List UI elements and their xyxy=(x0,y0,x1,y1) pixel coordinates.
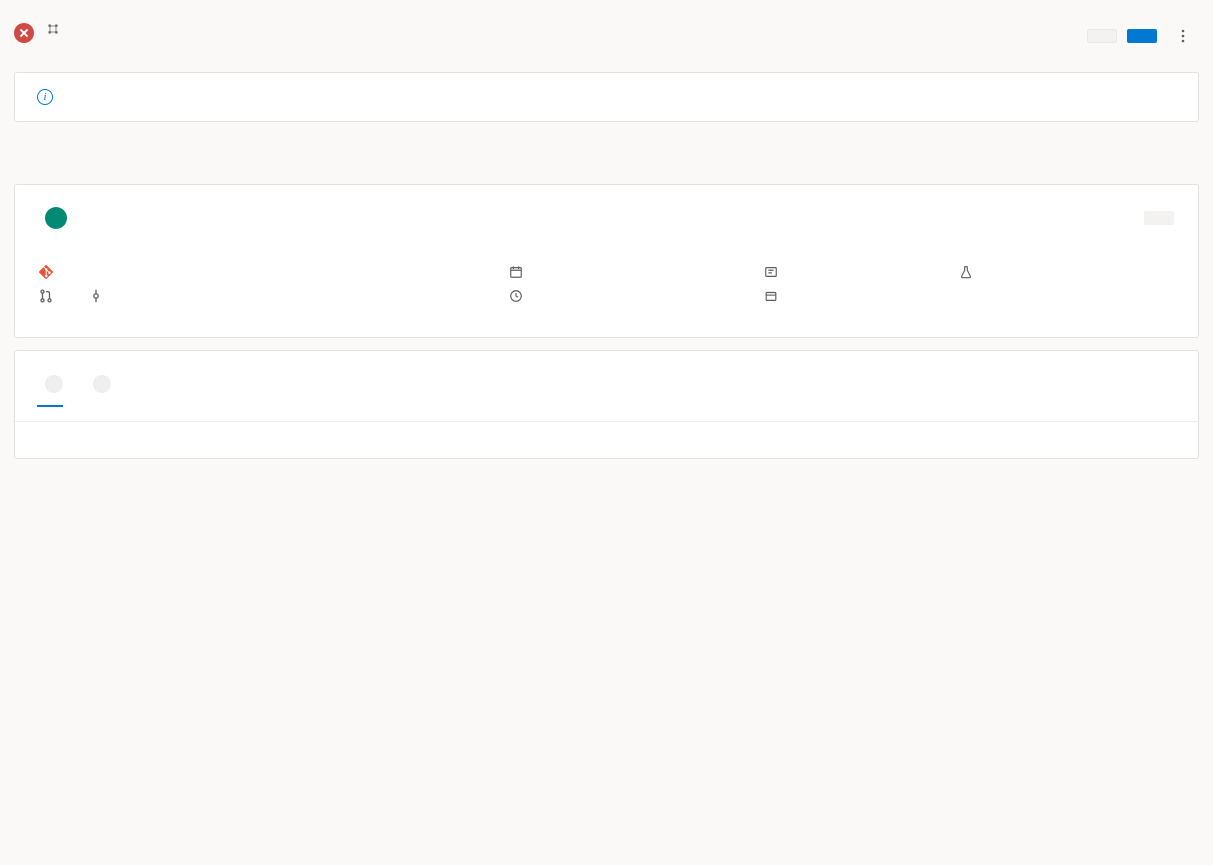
clock-icon xyxy=(509,289,523,303)
pr-author-line xyxy=(39,207,73,229)
time-started-row xyxy=(509,265,764,279)
tests-col xyxy=(959,255,1174,313)
retention-banner: i xyxy=(14,72,1199,122)
consumed-row[interactable] xyxy=(764,289,959,303)
tests-get-started-row[interactable] xyxy=(959,265,1174,279)
pull-request-icon xyxy=(39,289,53,303)
flask-icon xyxy=(959,265,973,279)
view-changes-button[interactable] xyxy=(1144,211,1174,225)
errors-count xyxy=(45,375,63,393)
git-icon xyxy=(39,265,53,279)
commit-row[interactable] xyxy=(89,289,111,303)
time-col xyxy=(509,255,764,313)
pr-number-row[interactable] xyxy=(39,289,61,303)
header-title-block xyxy=(46,20,1087,36)
summary-card xyxy=(14,184,1199,338)
artifact-icon xyxy=(764,289,778,303)
tab-errors[interactable] xyxy=(37,371,63,407)
rerun-failed-button[interactable] xyxy=(1087,29,1117,43)
calendar-icon xyxy=(509,265,523,279)
issues-card xyxy=(14,350,1199,459)
doc-link-row xyxy=(15,421,1198,458)
info-icon: i xyxy=(37,89,53,105)
more-actions-button[interactable] xyxy=(1167,20,1199,52)
avatar xyxy=(45,207,67,229)
commit-icon xyxy=(89,289,103,303)
run-pipeline[interactable] xyxy=(46,22,1087,36)
work-items-row[interactable] xyxy=(764,265,959,279)
related-col xyxy=(764,255,959,313)
run-new-button[interactable] xyxy=(1127,29,1157,43)
run-tabs xyxy=(0,152,1213,172)
run-header xyxy=(0,0,1213,60)
time-elapsed-row xyxy=(509,289,764,303)
repo-name-row[interactable] xyxy=(39,265,509,279)
work-item-icon xyxy=(764,265,778,279)
header-actions xyxy=(1087,20,1199,52)
repo-version-col xyxy=(39,255,509,313)
warnings-count xyxy=(93,375,111,393)
pipeline-icon xyxy=(46,22,60,36)
tab-warnings[interactable] xyxy=(85,371,111,407)
run-status-failed-icon xyxy=(14,23,34,43)
